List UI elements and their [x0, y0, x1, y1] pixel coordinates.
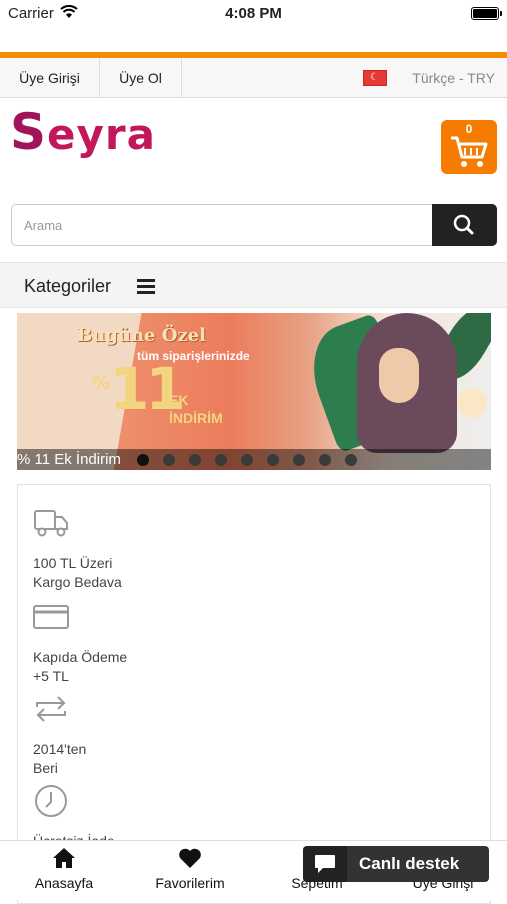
turkey-flag-icon[interactable]: ☾ [363, 70, 387, 86]
categories-bar[interactable]: Kategoriler [0, 262, 507, 308]
search-input[interactable] [12, 205, 432, 245]
feature-line: +5 TL [33, 668, 69, 684]
clock-icon [35, 785, 67, 817]
search-box [11, 204, 497, 246]
carousel-dot[interactable] [215, 454, 227, 466]
carousel-dot[interactable] [319, 454, 331, 466]
feature-line: Kargo Bedava [33, 574, 122, 590]
shopping-cart-icon [451, 136, 488, 167]
banner-discount-text: EK İNDİRİM [169, 392, 223, 426]
feature-payment: Kapıda Ödeme +5 TL [33, 599, 233, 686]
repeat-icon [36, 696, 66, 722]
home-icon [53, 848, 75, 868]
carousel-dots [137, 454, 357, 466]
carousel-dot[interactable] [345, 454, 357, 466]
carousel-dot[interactable] [241, 454, 253, 466]
nav-label: Anasayfa [34, 875, 94, 891]
nav-label: Favorilerim [155, 875, 225, 891]
carousel-dot[interactable] [267, 454, 279, 466]
feature-shipping: 100 TL Üzeri Kargo Bedava [33, 505, 233, 592]
carousel-dot[interactable] [163, 454, 175, 466]
nav-favorites[interactable]: Favorilerim [140, 847, 240, 891]
truck-icon [34, 510, 68, 537]
credit-card-icon [33, 605, 69, 629]
status-bar: Carrier 4:08 PM [0, 0, 507, 30]
carousel-dot[interactable] [293, 454, 305, 466]
feature-line: Beri [33, 760, 58, 776]
register-link[interactable]: Üye Ol [100, 58, 182, 98]
banner-caption: % 11 Ek İndirim [17, 451, 121, 468]
chat-bubble-icon [303, 846, 347, 882]
status-time: 4:08 PM [225, 5, 282, 22]
search-icon [453, 214, 474, 235]
live-chat-button[interactable]: Canlı destek [303, 846, 489, 882]
language-currency-selector[interactable]: Türkçe - TRY [412, 58, 495, 98]
feature-since: 2014'ten Beri [33, 691, 233, 778]
logo-text: Seyra [10, 102, 156, 161]
banner-model-image [298, 313, 491, 470]
nav-home[interactable]: Anasayfa [14, 847, 114, 891]
logo[interactable]: Seyra [10, 106, 155, 160]
promo-banner[interactable]: Bugüne Özel tüm siparişlerinizde % 11 EK… [17, 313, 491, 470]
login-link[interactable]: Üye Girişi [0, 58, 100, 98]
categories-label: Kategoriler [24, 276, 112, 296]
feature-line: 100 TL Üzeri [33, 555, 113, 571]
battery-icon [471, 7, 502, 20]
live-chat-label: Canlı destek [359, 854, 460, 873]
carousel-dot[interactable] [137, 454, 149, 466]
heart-icon [179, 848, 201, 868]
top-links-bar: Üye Girişi Üye Ol ☾ Türkçe - TRY [0, 58, 507, 98]
cart-count-badge: 0 [465, 122, 473, 136]
cart-button[interactable]: 0 [441, 120, 497, 174]
banner-percent: % [92, 373, 111, 394]
banner-headline: Bugüne Özel [77, 325, 206, 346]
carousel-dot[interactable] [189, 454, 201, 466]
search-button[interactable] [432, 204, 497, 246]
feature-line: 2014'ten [33, 741, 87, 757]
hamburger-menu-icon[interactable] [137, 279, 155, 294]
feature-line: Kapıda Ödeme [33, 649, 128, 665]
